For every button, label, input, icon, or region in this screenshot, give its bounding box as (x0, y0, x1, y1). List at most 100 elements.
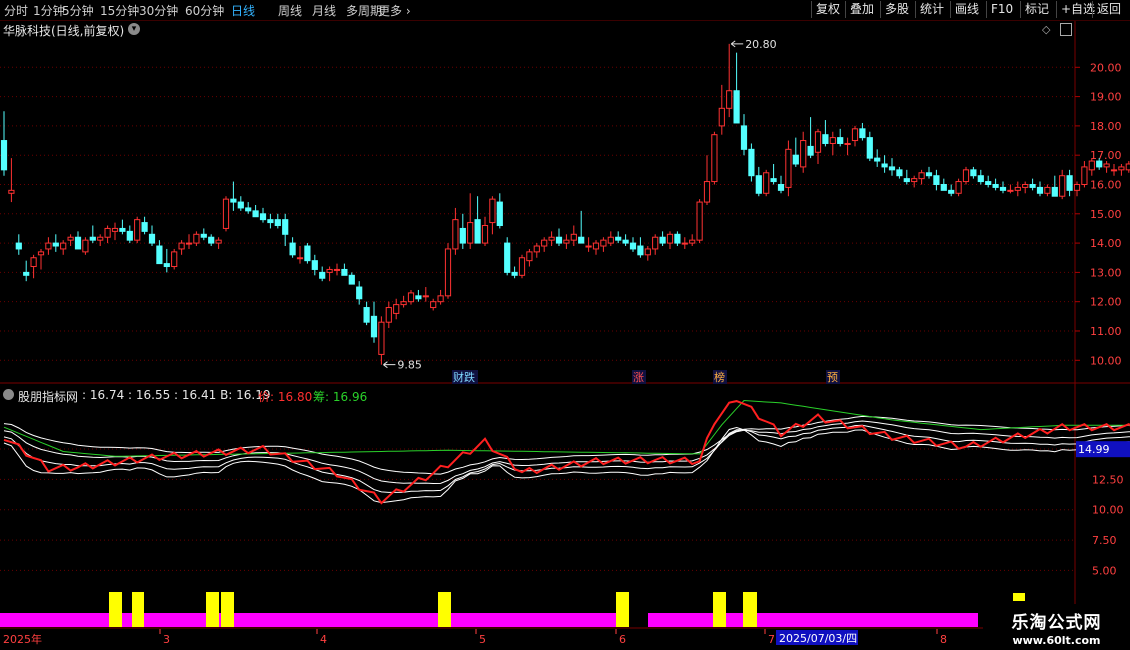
signal-bar-2 (206, 592, 219, 627)
candle-body-150 (1110, 169, 1118, 172)
candle-body-79 (585, 245, 592, 248)
candle-body-129 (955, 181, 962, 194)
chevron-down-icon[interactable]: ▾ (128, 23, 140, 35)
candle-body-12 (89, 236, 96, 241)
candle-body-123 (911, 178, 918, 183)
candle-body-20 (148, 233, 156, 244)
candle-body-122 (903, 178, 910, 183)
event-marker-2: 榜 (714, 370, 725, 384)
signal-bar-7 (743, 592, 757, 627)
candle-body-151 (1118, 166, 1125, 171)
ind-tick-label-3: 12.50 (1092, 473, 1124, 486)
candle-body-33 (245, 207, 252, 212)
candle-body-126 (933, 175, 940, 185)
main-tick-label-6: 16.00 (1090, 178, 1122, 191)
candle-body-133 (985, 181, 992, 185)
candle-body-125 (925, 172, 933, 177)
candle-body-73 (541, 239, 548, 247)
candle-body-2 (15, 242, 22, 250)
candle-body-8 (60, 242, 67, 250)
candle-body-72 (533, 245, 540, 253)
candle-body-141 (1044, 186, 1051, 194)
candle-body-37 (274, 219, 281, 227)
candle-body-62 (459, 227, 466, 244)
main-tick-label-0: 10.00 (1090, 354, 1122, 367)
candle-body-146 (1081, 166, 1088, 185)
main-tick-label-10: 20.00 (1090, 61, 1122, 74)
candle-body-76 (563, 239, 570, 244)
main-tick-label-9: 19.00 (1090, 91, 1122, 104)
annotation-label-0: 20.80 (745, 38, 777, 51)
candle-body-41 (304, 245, 311, 262)
candle-body-92 (681, 242, 688, 245)
candle-body-111 (822, 134, 829, 144)
candle-body-148 (1096, 160, 1103, 168)
candle-body-52 (385, 307, 392, 323)
candle-body-60 (444, 248, 452, 297)
indicator-values: : 16.74 : 16.55 : 16.41 B: 16.19 (82, 388, 271, 402)
settings-circle-icon[interactable] (3, 389, 14, 400)
candle-body-48 (356, 286, 363, 300)
candle-body-51 (378, 321, 385, 355)
candle-body-95 (703, 181, 711, 203)
candle-body-124 (918, 172, 925, 180)
signal-bar-4 (438, 592, 451, 627)
candle-body-112 (829, 137, 836, 144)
candle-body-90 (666, 233, 674, 244)
candle-body-63 (467, 222, 474, 244)
candle-body-46 (341, 268, 348, 276)
candle-body-140 (1036, 186, 1044, 194)
main-tick-label-8: 18.00 (1090, 120, 1122, 133)
candle-body-64 (474, 219, 481, 244)
candle-body-30 (222, 198, 230, 229)
candle-body-84 (622, 239, 629, 244)
candle-body-69 (511, 271, 518, 276)
candle-body-103 (763, 172, 770, 194)
candle-body-100 (740, 125, 748, 150)
main-tick-label-7: 17.00 (1090, 149, 1122, 162)
ind-tick-label-0: 5.00 (1092, 564, 1117, 577)
candle-body-7 (52, 242, 59, 247)
event-marker-3: 预 (827, 371, 838, 384)
candle-body-138 (1022, 183, 1029, 188)
main-tick-label-4: 14.00 (1090, 237, 1122, 250)
candle-body-38 (282, 219, 289, 235)
window-mode-icon[interactable] (1060, 23, 1072, 36)
candle-body-102 (755, 175, 762, 194)
candle-body-0 (0, 140, 8, 171)
candle-body-135 (999, 186, 1007, 191)
candle-body-54 (400, 301, 407, 306)
candle-body-21 (156, 245, 163, 265)
current-value-label: 14.99 (1078, 443, 1110, 456)
candle-body-11 (82, 239, 89, 253)
candle-body-14 (104, 227, 111, 238)
signal-band-a (0, 613, 620, 627)
main-tick-label-1: 11.00 (1090, 325, 1122, 338)
main-tick-label-3: 13.00 (1090, 266, 1122, 279)
date-month-label-0: 3 (163, 633, 170, 646)
candle-body-39 (289, 242, 296, 256)
candle-body-134 (992, 183, 999, 188)
cost-band-line-1 (3, 424, 1130, 493)
date-month-label-1: 4 (320, 633, 327, 646)
diamond-icon[interactable]: ◇ (1042, 23, 1050, 36)
candle-body-114 (844, 142, 851, 145)
candle-body-93 (689, 239, 696, 244)
signal-bar-tail (1013, 593, 1025, 601)
candle-body-147 (1088, 160, 1095, 171)
candle-body-70 (518, 257, 526, 276)
candle-body-145 (1073, 183, 1081, 191)
candle-body-9 (67, 236, 74, 241)
candle-body-25 (185, 242, 193, 245)
main-chart: 10.00 11.00 12.00 13.00 14.00 15.00 16.00 17.00… (0, 21, 1130, 646)
candle-body-149 (1103, 163, 1110, 168)
event-marker-1: 涨 (633, 371, 644, 384)
candle-body-130 (962, 169, 970, 183)
candle-body-96 (711, 134, 718, 183)
candle-body-87 (644, 248, 651, 256)
candle-body-55 (407, 292, 415, 303)
candle-body-132 (977, 175, 984, 183)
candle-body-67 (496, 201, 503, 227)
candle-body-121 (896, 169, 903, 177)
candle-body-71 (526, 251, 533, 262)
